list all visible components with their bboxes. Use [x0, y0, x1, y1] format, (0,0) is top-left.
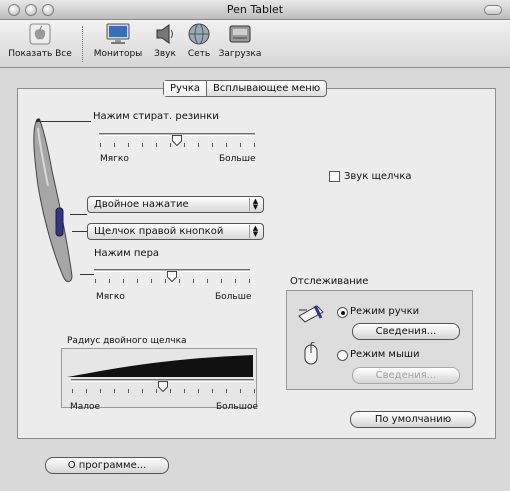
title-bar: Pen Tablet [0, 0, 510, 20]
toolbar-startup[interactable]: Загрузка [216, 22, 264, 59]
popup-arrows-icon: ▲ ▼ [249, 225, 261, 238]
double-click-distance-max-label: Большое [216, 402, 259, 412]
tab-popup-menu[interactable]: Всплывающее меню [206, 81, 326, 96]
mouse-mode-details-button[interactable]: Сведения... [352, 367, 460, 384]
eraser-feel-max-label: Больше [219, 154, 256, 164]
pen-mode-label: Режим ручки [350, 306, 420, 317]
tip-feel-min-label: Мягко [96, 292, 125, 302]
apple-icon [26, 22, 54, 46]
toolbar-separator [82, 26, 83, 62]
click-sound-label: Звук щелчка [344, 171, 412, 182]
tip-feel-label: Нажим пера [94, 248, 160, 259]
eraser-pointer-line [36, 121, 91, 122]
toolbar-show-all[interactable]: Показать Все [8, 22, 72, 59]
lower-switch-pointer-line [72, 231, 87, 232]
toolbar-label: Мониторы [93, 49, 143, 59]
toolbar-label: Показать Все [8, 49, 72, 59]
toolbar-label: Сеть [187, 49, 211, 59]
restore-defaults-button[interactable]: По умолчанию [350, 411, 476, 428]
tracking-label: Отслеживание [290, 276, 369, 287]
toolbar-sound[interactable]: Звук [150, 22, 180, 59]
upper-switch-pointer-line [70, 214, 87, 215]
tip-pointer-line [80, 274, 94, 275]
toolbar-label: Звук [154, 49, 176, 59]
tab-bar: Ручка Всплывающее меню [163, 80, 328, 97]
startup-disk-icon [226, 22, 254, 46]
toolbar-monitors[interactable]: Мониторы [92, 22, 144, 59]
tip-feel-slider-thumb[interactable] [167, 271, 177, 283]
eraser-feel-min-label: Мягко [100, 154, 129, 164]
tab-pen[interactable]: Ручка [164, 81, 207, 96]
double-click-distance-ramp [67, 355, 253, 377]
popup-arrows-icon: ▲ ▼ [249, 198, 261, 211]
double-click-distance-slider-thumb[interactable] [157, 381, 168, 393]
toolbar-toggle-button[interactable] [484, 5, 502, 15]
toolbar-network[interactable]: Сеть [184, 22, 214, 59]
eraser-feel-slider-thumb[interactable] [172, 135, 182, 147]
pen-mode-details-button[interactable]: Сведения... [352, 323, 460, 340]
mouse-mode-radio[interactable] [337, 350, 348, 361]
lower-side-switch-popup[interactable]: Щелчок правой кнопкой ▲ ▼ [87, 223, 264, 240]
double-click-distance-box [61, 348, 257, 408]
toolbar-label: Загрузка [218, 49, 262, 59]
double-click-distance-min-label: Малое [70, 402, 101, 412]
double-click-distance-label: Радиус двойного щелчка [67, 336, 187, 346]
about-button[interactable]: О программе... [45, 457, 169, 474]
upper-side-switch-value: Двойное нажатие [94, 199, 189, 210]
toolbar: Показать Все Мониторы Звук Сеть Загрузка [0, 20, 510, 68]
network-globe-icon [185, 22, 213, 46]
pen-illustration [28, 116, 78, 286]
upper-side-switch-popup[interactable]: Двойное нажатие ▲ ▼ [87, 196, 264, 213]
tip-feel-max-label: Больше [215, 292, 252, 302]
mouse-mode-label: Режим мыши [350, 349, 420, 360]
mouse-mode-icon [303, 341, 319, 369]
monitor-icon [104, 22, 132, 46]
eraser-feel-label: Нажим стират. резинки [93, 111, 219, 122]
speaker-icon [151, 22, 179, 46]
pen-mode-icon [297, 302, 325, 327]
window-title: Pen Tablet [226, 3, 284, 16]
lower-side-switch-value: Щелчок правой кнопкой [94, 226, 224, 237]
click-sound-checkbox[interactable] [329, 171, 340, 182]
pen-mode-radio[interactable] [337, 307, 348, 318]
